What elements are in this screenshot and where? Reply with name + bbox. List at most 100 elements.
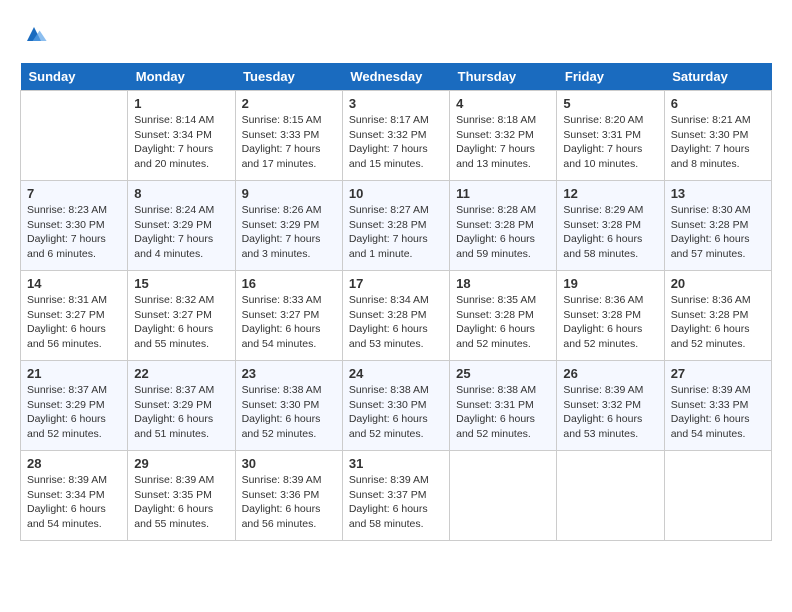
weekday-header: Wednesday — [342, 63, 449, 91]
day-info: Sunrise: 8:38 AM Sunset: 3:30 PM Dayligh… — [242, 383, 336, 442]
day-info: Sunrise: 8:34 AM Sunset: 3:28 PM Dayligh… — [349, 293, 443, 352]
calendar-cell: 7Sunrise: 8:23 AM Sunset: 3:30 PM Daylig… — [21, 181, 128, 271]
calendar-cell: 26 Sunrise: 8:39 AM Sunset: 3:32 PM Dayli… — [557, 361, 664, 451]
calendar-cell — [21, 91, 128, 181]
day-info: Sunrise: 8:39 AM Sunset: 3:35 PM Dayligh… — [134, 473, 228, 532]
day-info: Sunrise: 8:39 AM Sunset: 3:34 PM Dayligh… — [27, 473, 121, 532]
day-number: 30 — [242, 456, 336, 471]
calendar-cell: 10Sunrise: 8:27 AM Sunset: 3:28 PM Dayli… — [342, 181, 449, 271]
day-number: 15 — [134, 276, 228, 291]
calendar-week-row: 1 Sunrise: 8:14 AM Sunset: 3:34 PM Daylig… — [21, 91, 772, 181]
day-info: Sunrise: 8:27 AM Sunset: 3:28 PM Dayligh… — [349, 203, 443, 262]
day-number: 6 — [671, 96, 765, 111]
day-number: 26 — [563, 366, 657, 381]
weekday-header: Sunday — [21, 63, 128, 91]
day-info: Sunrise: 8:18 AM Sunset: 3:32 PM Dayligh… — [456, 113, 550, 172]
day-info: Sunrise: 8:37 AM Sunset: 3:29 PM Dayligh… — [134, 383, 228, 442]
day-info: Sunrise: 8:29 AM Sunset: 3:28 PM Dayligh… — [563, 203, 657, 262]
calendar-cell: 22 Sunrise: 8:37 AM Sunset: 3:29 PM Dayli… — [128, 361, 235, 451]
calendar-cell — [664, 451, 771, 541]
calendar-cell: 13 Sunrise: 8:30 AM Sunset: 3:28 PM Dayli… — [664, 181, 771, 271]
calendar-cell: 29Sunrise: 8:39 AM Sunset: 3:35 PM Dayli… — [128, 451, 235, 541]
calendar-cell: 23 Sunrise: 8:38 AM Sunset: 3:30 PM Dayli… — [235, 361, 342, 451]
calendar-cell: 31 Sunrise: 8:39 AM Sunset: 3:37 PM Dayli… — [342, 451, 449, 541]
calendar-cell: 27 Sunrise: 8:39 AM Sunset: 3:33 PM Dayli… — [664, 361, 771, 451]
day-info: Sunrise: 8:14 AM Sunset: 3:34 PM Dayligh… — [134, 113, 228, 172]
weekday-header: Monday — [128, 63, 235, 91]
calendar-cell: 3Sunrise: 8:17 AM Sunset: 3:32 PM Daylig… — [342, 91, 449, 181]
calendar-cell: 9 Sunrise: 8:26 AM Sunset: 3:29 PM Daylig… — [235, 181, 342, 271]
day-info: Sunrise: 8:37 AM Sunset: 3:29 PM Dayligh… — [27, 383, 121, 442]
calendar-week-row: 28Sunrise: 8:39 AM Sunset: 3:34 PM Dayli… — [21, 451, 772, 541]
day-info: Sunrise: 8:35 AM Sunset: 3:28 PM Dayligh… — [456, 293, 550, 352]
day-info: Sunrise: 8:28 AM Sunset: 3:28 PM Dayligh… — [456, 203, 550, 262]
calendar-cell: 18 Sunrise: 8:35 AM Sunset: 3:28 PM Dayli… — [450, 271, 557, 361]
weekday-header: Tuesday — [235, 63, 342, 91]
day-info: Sunrise: 8:33 AM Sunset: 3:27 PM Dayligh… — [242, 293, 336, 352]
day-info: Sunrise: 8:20 AM Sunset: 3:31 PM Dayligh… — [563, 113, 657, 172]
calendar-cell — [557, 451, 664, 541]
calendar-cell: 14Sunrise: 8:31 AM Sunset: 3:27 PM Dayli… — [21, 271, 128, 361]
day-number: 25 — [456, 366, 550, 381]
calendar-cell: 21 Sunrise: 8:37 AM Sunset: 3:29 PM Dayli… — [21, 361, 128, 451]
day-number: 9 — [242, 186, 336, 201]
day-info: Sunrise: 8:36 AM Sunset: 3:28 PM Dayligh… — [563, 293, 657, 352]
calendar-header-row: SundayMondayTuesdayWednesdayThursdayFrid… — [21, 63, 772, 91]
calendar-cell — [450, 451, 557, 541]
day-number: 13 — [671, 186, 765, 201]
calendar-cell: 12 Sunrise: 8:29 AM Sunset: 3:28 PM Dayli… — [557, 181, 664, 271]
calendar-cell: 20 Sunrise: 8:36 AM Sunset: 3:28 PM Dayli… — [664, 271, 771, 361]
day-number: 17 — [349, 276, 443, 291]
calendar-cell: 1 Sunrise: 8:14 AM Sunset: 3:34 PM Daylig… — [128, 91, 235, 181]
calendar-cell: 16Sunrise: 8:33 AM Sunset: 3:27 PM Dayli… — [235, 271, 342, 361]
day-number: 2 — [242, 96, 336, 111]
calendar-cell: 5 Sunrise: 8:20 AM Sunset: 3:31 PM Daylig… — [557, 91, 664, 181]
day-info: Sunrise: 8:23 AM Sunset: 3:30 PM Dayligh… — [27, 203, 121, 262]
day-number: 5 — [563, 96, 657, 111]
day-number: 31 — [349, 456, 443, 471]
day-number: 11 — [456, 186, 550, 201]
calendar-cell: 24 Sunrise: 8:38 AM Sunset: 3:30 PM Dayli… — [342, 361, 449, 451]
calendar-cell: 8 Sunrise: 8:24 AM Sunset: 3:29 PM Daylig… — [128, 181, 235, 271]
day-info: Sunrise: 8:36 AM Sunset: 3:28 PM Dayligh… — [671, 293, 765, 352]
calendar-cell: 15 Sunrise: 8:32 AM Sunset: 3:27 PM Dayli… — [128, 271, 235, 361]
calendar-cell: 11 Sunrise: 8:28 AM Sunset: 3:28 PM Dayli… — [450, 181, 557, 271]
calendar-cell: 17 Sunrise: 8:34 AM Sunset: 3:28 PM Dayli… — [342, 271, 449, 361]
calendar-cell: 25 Sunrise: 8:38 AM Sunset: 3:31 PM Dayli… — [450, 361, 557, 451]
day-number: 8 — [134, 186, 228, 201]
calendar-cell: 2Sunrise: 8:15 AM Sunset: 3:33 PM Daylig… — [235, 91, 342, 181]
day-info: Sunrise: 8:39 AM Sunset: 3:33 PM Dayligh… — [671, 383, 765, 442]
weekday-header: Thursday — [450, 63, 557, 91]
day-info: Sunrise: 8:24 AM Sunset: 3:29 PM Dayligh… — [134, 203, 228, 262]
day-info: Sunrise: 8:39 AM Sunset: 3:36 PM Dayligh… — [242, 473, 336, 532]
day-number: 24 — [349, 366, 443, 381]
logo — [20, 20, 54, 48]
day-number: 22 — [134, 366, 228, 381]
day-info: Sunrise: 8:32 AM Sunset: 3:27 PM Dayligh… — [134, 293, 228, 352]
calendar-cell: 30 Sunrise: 8:39 AM Sunset: 3:36 PM Dayli… — [235, 451, 342, 541]
day-number: 20 — [671, 276, 765, 291]
calendar-week-row: 21 Sunrise: 8:37 AM Sunset: 3:29 PM Dayli… — [21, 361, 772, 451]
day-number: 12 — [563, 186, 657, 201]
day-number: 23 — [242, 366, 336, 381]
day-number: 18 — [456, 276, 550, 291]
day-info: Sunrise: 8:38 AM Sunset: 3:30 PM Dayligh… — [349, 383, 443, 442]
calendar-cell: 19Sunrise: 8:36 AM Sunset: 3:28 PM Dayli… — [557, 271, 664, 361]
day-number: 1 — [134, 96, 228, 111]
day-info: Sunrise: 8:21 AM Sunset: 3:30 PM Dayligh… — [671, 113, 765, 172]
calendar-cell: 6 Sunrise: 8:21 AM Sunset: 3:30 PM Daylig… — [664, 91, 771, 181]
calendar-table: SundayMondayTuesdayWednesdayThursdayFrid… — [20, 63, 772, 541]
day-number: 21 — [27, 366, 121, 381]
weekday-header: Saturday — [664, 63, 771, 91]
logo-icon — [20, 20, 48, 48]
calendar-cell: 28Sunrise: 8:39 AM Sunset: 3:34 PM Dayli… — [21, 451, 128, 541]
day-number: 27 — [671, 366, 765, 381]
weekday-header: Friday — [557, 63, 664, 91]
day-info: Sunrise: 8:38 AM Sunset: 3:31 PM Dayligh… — [456, 383, 550, 442]
day-info: Sunrise: 8:26 AM Sunset: 3:29 PM Dayligh… — [242, 203, 336, 262]
page-header — [20, 20, 772, 48]
day-info: Sunrise: 8:39 AM Sunset: 3:32 PM Dayligh… — [563, 383, 657, 442]
day-info: Sunrise: 8:30 AM Sunset: 3:28 PM Dayligh… — [671, 203, 765, 262]
day-info: Sunrise: 8:39 AM Sunset: 3:37 PM Dayligh… — [349, 473, 443, 532]
day-number: 3 — [349, 96, 443, 111]
